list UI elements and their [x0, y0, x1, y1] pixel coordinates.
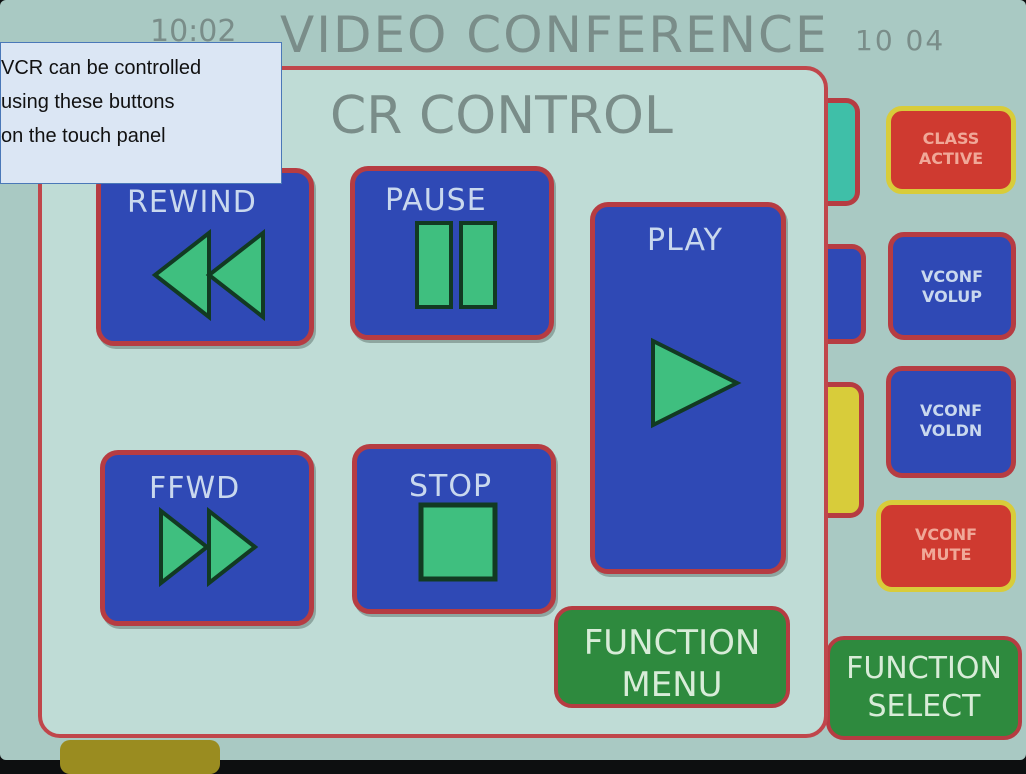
vconf-volup-button[interactable]: VCONF VOLUP [888, 232, 1016, 340]
vconf-voldn-line2: VOLDN [919, 421, 983, 440]
vconf-voldn-line1: VCONF [919, 401, 983, 420]
function-menu-line2: MENU [621, 665, 723, 705]
vconf-volup-line2: VOLUP [921, 287, 983, 306]
function-select-line1: FUNCTION [846, 651, 1002, 686]
stop-button[interactable]: STOP [352, 444, 556, 614]
vconf-mute-button[interactable]: VCONF MUTE [876, 500, 1016, 592]
side-tab-yellow[interactable] [826, 382, 864, 518]
rewind-label: REWIND [127, 185, 257, 220]
function-menu-line1: FUNCTION [583, 623, 761, 663]
function-select-button[interactable]: FUNCTION SELECT [826, 636, 1022, 740]
stop-label: STOP [409, 469, 493, 504]
play-icon [651, 337, 742, 429]
function-menu-button[interactable]: FUNCTION MENU [554, 606, 790, 708]
ffwd-button[interactable]: FFWD [100, 450, 314, 626]
play-button[interactable]: PLAY [590, 202, 786, 574]
side-tab-blue[interactable] [826, 244, 866, 344]
stop-icon [418, 502, 498, 582]
pause-icon [415, 221, 497, 309]
header-time-right: 10 04 [855, 24, 946, 57]
rewind-icon [151, 228, 265, 322]
popup-title: CR CONTROL [330, 86, 673, 146]
pause-button[interactable]: PAUSE [350, 166, 554, 340]
vconf-voldn-button[interactable]: VCONF VOLDN [886, 366, 1016, 478]
class-active-button[interactable]: CLASS ACTIVE [886, 106, 1016, 194]
rewind-button[interactable]: REWIND [96, 168, 314, 346]
ffwd-label: FFWD [149, 471, 241, 506]
bottom-bezel-strip [60, 740, 220, 774]
class-active-line1: CLASS [922, 129, 980, 148]
vconf-mute-line2: MUTE [920, 545, 972, 564]
annotation-callout: VCR can be controlled using these button… [0, 42, 282, 184]
vconf-mute-line1: VCONF [914, 525, 978, 544]
function-select-line2: SELECT [867, 689, 981, 724]
header-title: VIDEO CONFERENCE [280, 6, 829, 64]
callout-line3: on the touch panel [1, 125, 166, 147]
vconf-volup-line1: VCONF [920, 267, 984, 286]
callout-line1: VCR can be controlled [1, 57, 202, 79]
play-label: PLAY [647, 223, 724, 258]
fast-forward-icon [159, 507, 259, 587]
class-active-line2: ACTIVE [918, 149, 984, 168]
side-tab-teal[interactable] [826, 98, 860, 206]
pause-label: PAUSE [385, 183, 487, 218]
callout-line2: using these buttons [1, 91, 175, 113]
